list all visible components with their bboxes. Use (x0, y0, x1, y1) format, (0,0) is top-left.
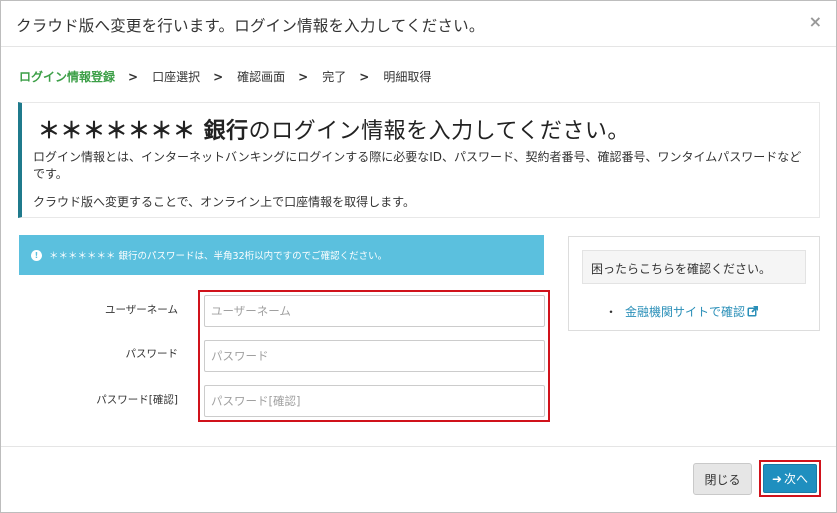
next-button[interactable]: ➜ 次へ (763, 464, 817, 493)
bank-site-link-label: 金融機関サイトで確認 (625, 305, 746, 319)
bank-description-cloud: クラウド版へ変更することで、オンライン上で口座情報を取得します。 (33, 195, 415, 209)
bullet: ・ (605, 305, 618, 319)
bank-site-link[interactable]: 金融機関サイトで確認 (625, 303, 759, 320)
credentials-highlight (198, 290, 550, 422)
close-button[interactable]: 閉じる (693, 463, 752, 495)
alert-text: ＊＊＊＊＊＊＊ 銀行のパスワードは、半角32桁以内ですのでご確認ください。 (49, 251, 388, 262)
bank-heading-suffix: のログイン情報を入力してください。 (248, 119, 630, 144)
step-statement: 明細取得 (383, 70, 432, 84)
login-dialog: クラウド版へ変更を行います。ログイン情報を入力してください。 × ログイン情報登… (0, 0, 837, 513)
username-input[interactable] (204, 295, 545, 327)
dialog-title: クラウド版へ変更を行います。ログイン情報を入力してください。 (16, 17, 485, 35)
username-label: ユーザーネーム (105, 304, 178, 316)
password-confirm-label: パスワード[確認] (96, 394, 178, 406)
step-confirm: 確認画面 (237, 70, 286, 84)
bank-heading: ＊＊＊＊＊＊＊ 銀行のログイン情報を入力してください。 (38, 113, 630, 145)
bank-description: ログイン情報とは、インターネットバンキングにログインする際に必要なID、パスワー… (33, 150, 802, 181)
step-account-select: 口座選択 (152, 70, 201, 84)
chevron-right-icon: > (213, 69, 224, 84)
bank-info-panel: ＊＊＊＊＊＊＊ 銀行のログイン情報を入力してください。 ログイン情報とは、インタ… (18, 102, 820, 218)
exclamation-circle-icon: ! (31, 249, 42, 261)
password-input[interactable] (204, 340, 545, 372)
step-complete: 完了 (322, 70, 347, 84)
step-progress: ログイン情報登録 > 口座選択 > 確認画面 > 完了 > 明細取得 (19, 68, 431, 85)
next-label: 次へ (784, 472, 809, 486)
password-label: パスワード (125, 348, 179, 360)
next-highlight: ➜ 次へ (759, 460, 821, 497)
external-link-icon (747, 306, 759, 317)
dialog-header: クラウド版へ変更を行います。ログイン情報を入力してください。 × (1, 1, 836, 47)
footer-divider (1, 446, 836, 447)
step-login-info: ログイン情報登録 (19, 70, 116, 84)
password-confirm-input[interactable] (204, 385, 545, 417)
password-info-alert: ! ＊＊＊＊＊＊＊ 銀行のパスワードは、半角32桁以内ですのでご確認ください。 (19, 235, 544, 275)
arrow-right-icon: ➜ (771, 471, 783, 486)
chevron-right-icon: > (298, 69, 309, 84)
help-heading: 困ったらこちらを確認ください。 (582, 250, 806, 284)
chevron-right-icon: > (359, 69, 370, 84)
bank-name: ＊＊＊＊＊＊＊ 銀行 (38, 119, 249, 144)
help-panel: 困ったらこちらを確認ください。 ・ 金融機関サイトで確認 (568, 236, 820, 331)
chevron-right-icon: > (128, 69, 139, 84)
help-link-row: ・ 金融機関サイトで確認 (605, 303, 759, 320)
close-icon[interactable]: × (809, 13, 822, 31)
